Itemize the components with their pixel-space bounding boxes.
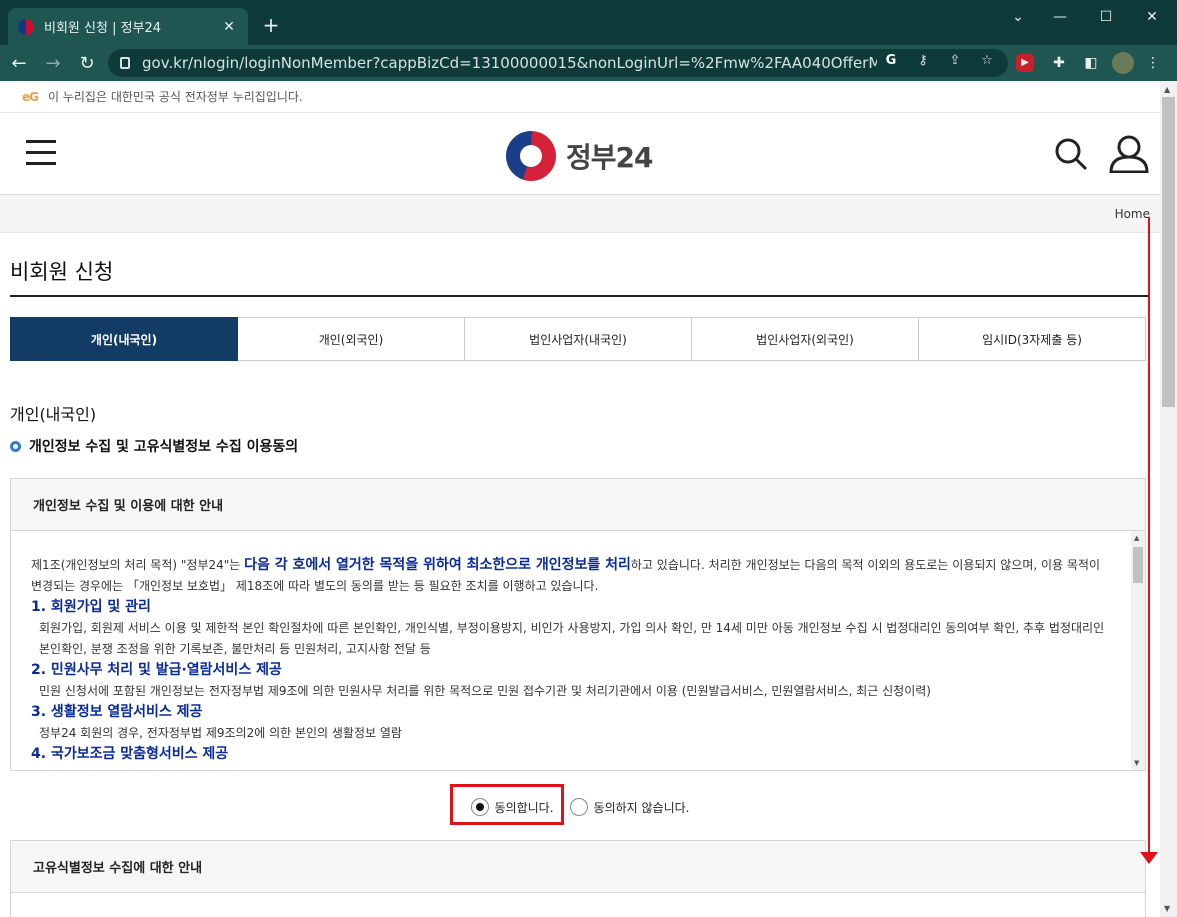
browser-toolbar: ← → ↻ gov.kr/nlogin/loginNonMember?cappB…	[0, 45, 1177, 81]
sub-heading: 개인정보 수집 및 고유식별정보 수집 이용동의	[10, 436, 298, 456]
item-title: 3. 생활정보 열람서비스 제공	[31, 704, 203, 720]
unique-id-notice-box: 고유식별정보 수집에 대한 안내	[10, 840, 1146, 917]
consent-radio-group: 동의합니다. 동의하지 않습니다.	[0, 789, 1160, 825]
unique-id-box-heading: 고유식별정보 수집에 대한 안내	[11, 841, 1145, 893]
egov-logo-icon: eG	[22, 89, 39, 104]
privacy-notice-box: 개인정보 수집 및 이용에 대한 안내 제1조(개인정보의 처리 목적) "정부…	[10, 478, 1146, 771]
privacy-box-scroll-thumb[interactable]	[1133, 547, 1143, 583]
breadcrumb: Home	[0, 195, 1160, 233]
lock-icon	[120, 57, 130, 69]
maximize-button[interactable]: ☐	[1086, 6, 1126, 28]
page-viewport: eG 이 누리집은 대한민국 공식 전자정부 누리집입니다. 정부24 Home…	[0, 81, 1160, 917]
reload-button[interactable]: ↻	[72, 48, 102, 78]
privacy-box-content[interactable]: 제1조(개인정보의 처리 목적) "정부24"는 다음 각 호에서 열거한 목적…	[11, 531, 1133, 770]
forward-button[interactable]: →	[38, 48, 68, 78]
item-body: 정부24 회원의 경우, 전자정부법 제9조의2에 의한 본인의 생활정보 열람	[39, 726, 402, 740]
search-icon[interactable]	[1054, 137, 1088, 171]
intro-highlight: 다음 각 호에서 열거한 목적을 위하여 최소한으로 개인정보를 처리	[244, 557, 631, 573]
tab-foreign-individual[interactable]: 개인(외국인)	[238, 317, 465, 361]
intro-prefix: 제1조(개인정보의 처리 목적) "정부24"는	[31, 558, 245, 572]
taegeuk-logo-icon	[506, 131, 556, 181]
gov24-logo[interactable]: 정부24	[506, 131, 653, 181]
scroll-down-arrow-icon[interactable]: ▼	[1134, 759, 1139, 767]
tab-search-chevron-icon[interactable]: ⌄	[998, 6, 1038, 28]
tab-domestic-individual[interactable]: 개인(내국인)	[10, 317, 238, 361]
page-title: 비회원 신청	[10, 260, 114, 284]
site-header: 정부24	[0, 113, 1160, 195]
address-url[interactable]: gov.kr/nlogin/loginNonMember?cappBizCd=1…	[142, 54, 877, 72]
back-button[interactable]: ←	[4, 48, 34, 78]
tab-foreign-corporate[interactable]: 법인사업자(외국인)	[692, 317, 919, 361]
address-bar[interactable]: gov.kr/nlogin/loginNonMember?cappBizCd=1…	[108, 49, 1008, 77]
profile-avatar[interactable]	[1112, 52, 1134, 74]
item-title: 4. 국가보조금 맞춤형서비스 제공	[31, 746, 229, 762]
page-scroll-thumb[interactable]	[1162, 97, 1175, 407]
browser-tabstrip: 비회원 신청 | 정부24 ✕ + ⌄ — ☐ ✕	[0, 0, 1177, 45]
minimize-button[interactable]: —	[1040, 6, 1080, 28]
google-lens-icon[interactable]: G	[882, 52, 900, 70]
tab-domestic-corporate[interactable]: 법인사업자(내국인)	[465, 317, 692, 361]
browser-tab[interactable]: 비회원 신청 | 정부24 ✕	[8, 8, 248, 45]
extensions-puzzle-icon[interactable]: ✚	[1048, 52, 1070, 74]
item-body: 회원가입, 회원제 서비스 이용 및 제한적 본인 확인절차에 따른 본인확인,…	[39, 621, 1105, 656]
disagree-option[interactable]: 동의하지 않습니다.	[569, 798, 690, 816]
bookmark-star-icon[interactable]: ☆	[978, 52, 996, 70]
item-title: 1. 회원가입 및 관리	[31, 599, 151, 615]
member-type-tabs: 개인(내국인) 개인(외국인) 법인사업자(내국인) 법인사업자(외국인) 임시…	[10, 317, 1146, 361]
scroll-down-annotation-arrow-icon	[1140, 852, 1158, 864]
section-heading: 개인(내국인)	[10, 405, 97, 424]
close-window-button[interactable]: ✕	[1132, 6, 1172, 28]
privacy-box-scrollbar[interactable]: ▲ ▼	[1131, 531, 1145, 770]
gov-official-banner: eG 이 누리집은 대한민국 공식 전자정부 누리집입니다.	[0, 81, 1160, 113]
page-scroll-down-icon[interactable]: ▼	[1164, 904, 1170, 913]
menu-hamburger-icon[interactable]	[26, 140, 56, 166]
key-icon[interactable]: ⚷	[914, 52, 932, 70]
page-scrollbar[interactable]: ▲ ▼	[1160, 81, 1177, 917]
scroll-annotation-line	[1148, 217, 1150, 857]
side-panel-icon[interactable]: ◧	[1080, 52, 1102, 74]
new-tab-button[interactable]: +	[260, 14, 282, 36]
user-icon[interactable]	[1108, 135, 1150, 173]
agree-highlight-annotation	[450, 784, 564, 825]
tab-title: 비회원 신청 | 정부24	[44, 21, 162, 36]
scroll-up-arrow-icon[interactable]: ▲	[1134, 534, 1139, 542]
gov-banner-text: 이 누리집은 대한민국 공식 전자정부 누리집입니다.	[48, 90, 303, 104]
breadcrumb-home[interactable]: Home	[1115, 207, 1150, 221]
gov24-favicon-icon	[18, 18, 34, 35]
item-body: 민원 신청서에 포함된 개인정보는 전자정부법 제9조에 의한 민원사무 처리를…	[39, 684, 931, 698]
sub-heading-text: 개인정보 수집 및 고유식별정보 수집 이용동의	[29, 439, 299, 455]
disagree-label: 동의하지 않습니다.	[593, 800, 690, 815]
circle-bullet-icon	[10, 440, 21, 452]
tab-temporary-id[interactable]: 임시ID(3자제출 등)	[919, 317, 1146, 361]
privacy-box-heading: 개인정보 수집 및 이용에 대한 안내	[11, 479, 1145, 531]
page-scroll-up-icon[interactable]: ▲	[1164, 85, 1170, 94]
share-icon[interactable]: ⇪	[946, 52, 964, 70]
browser-menu-icon[interactable]: ⋮	[1142, 52, 1164, 74]
disagree-radio[interactable]	[569, 798, 588, 816]
title-divider	[10, 295, 1150, 297]
logo-text: 정부24	[566, 141, 653, 174]
tab-close-icon[interactable]: ✕	[220, 19, 238, 35]
item-title: 2. 민원사무 처리 및 발급·열람서비스 제공	[31, 662, 282, 678]
extension-icon[interactable]: ▶	[1016, 54, 1034, 72]
